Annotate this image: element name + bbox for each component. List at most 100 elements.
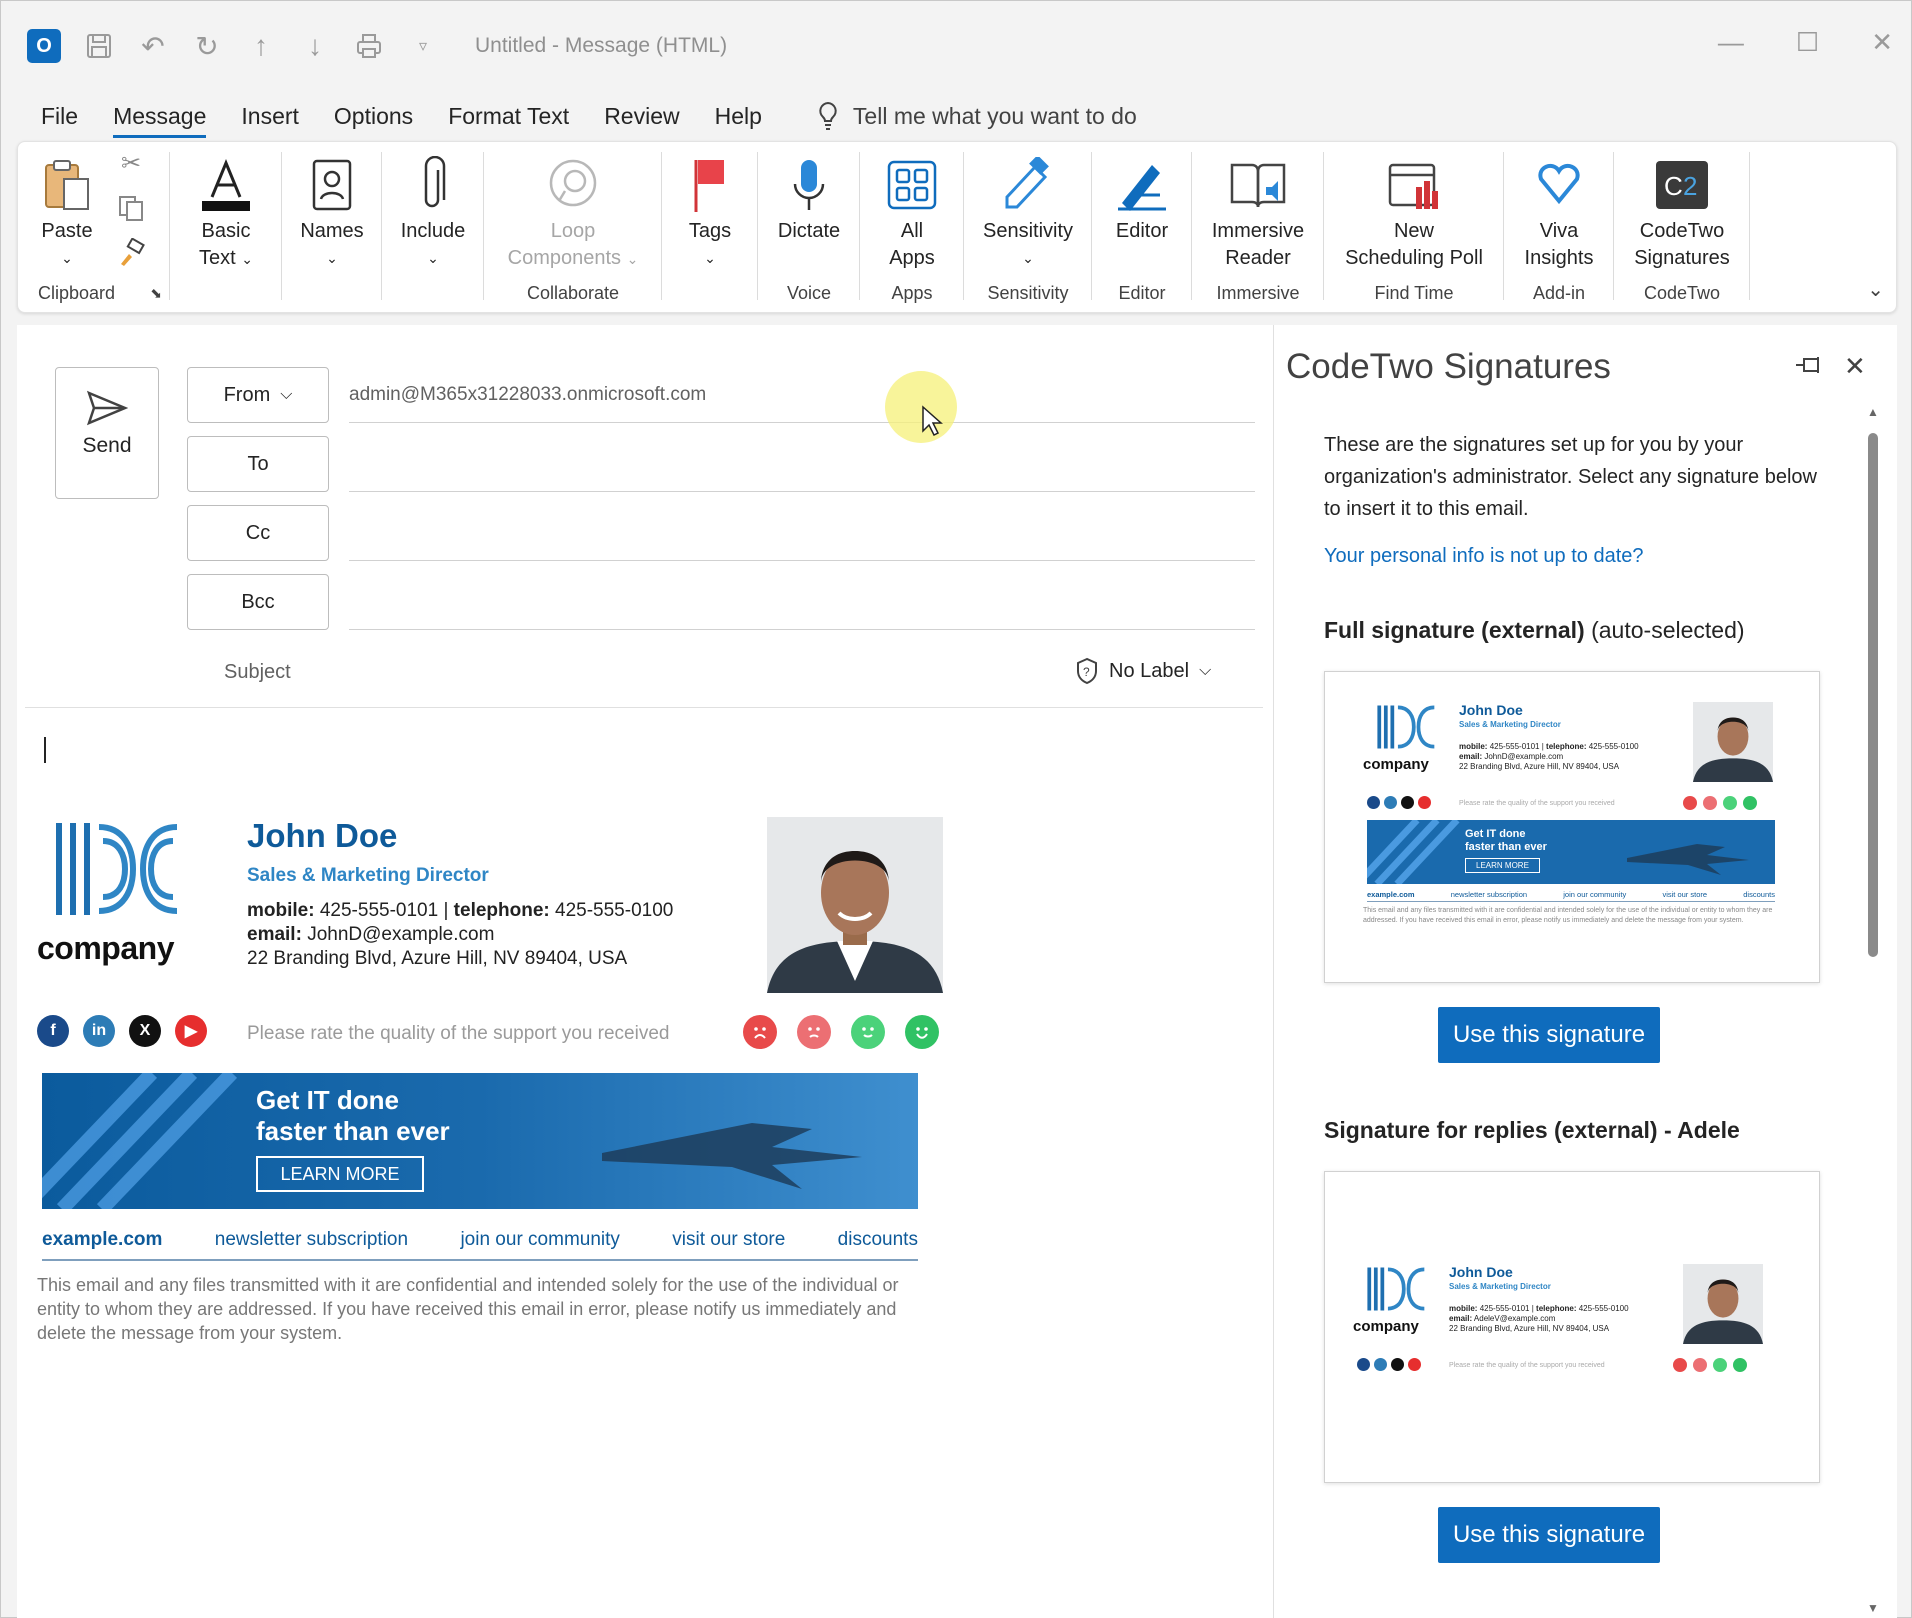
paperclip-icon [390,154,476,216]
immersive-reader-button[interactable]: Immersive Reader [1196,154,1320,272]
tell-me-search[interactable]: Tell me what you want to do [817,101,1137,131]
tags-button[interactable]: Tags ⌄ [670,154,750,272]
undo-icon[interactable]: ↶ [137,30,169,62]
link-community[interactable]: join our community [460,1229,619,1251]
minimize-icon[interactable]: — [1718,27,1744,58]
linkedin-icon[interactable]: in [83,1015,115,1047]
customize-toolbar-icon[interactable]: ▿ [407,30,439,62]
link-newsletter[interactable]: newsletter subscription [215,1229,408,1251]
outlook-window: O ↶ ↻ ↑ ↓ ▿ Untitled - Message (HTML) — … [0,0,1912,1618]
facebook-icon[interactable]: f [37,1015,69,1047]
very-happy-icon[interactable] [905,1015,939,1049]
include-button[interactable]: Include ⌄ [390,154,476,272]
tab-insert[interactable]: Insert [241,103,299,130]
mini-company-logo [1377,705,1435,749]
basic-text-button[interactable]: Basic Text ⌄ [178,154,274,273]
to-field[interactable] [349,436,1255,492]
all-apps-button[interactable]: All Apps [868,154,956,272]
include-label: Include [400,220,466,242]
microphone-icon [764,154,854,216]
happy-icon[interactable] [851,1015,885,1049]
mini-telephone-label: telephone: [1546,742,1587,751]
format-painter-button[interactable] [116,237,146,274]
dialog-launcher-icon[interactable]: ⬊ [150,285,162,302]
signature-contact-info: mobile: 425-555-0101 | telephone: 425-55… [247,899,673,971]
send-button[interactable]: Send [55,367,159,499]
down-arrow-icon[interactable]: ↓ [299,30,331,62]
scroll-up-icon[interactable]: ▲ [1867,405,1879,419]
close-icon[interactable]: ✕ [1871,27,1893,58]
paste-button[interactable]: Paste ⌄ [32,154,102,272]
cut-button[interactable]: ✂ [116,150,146,177]
use-signature-button[interactable]: Use this signature [1438,1507,1660,1563]
scroll-down-icon[interactable]: ▼ [1867,1601,1879,1615]
sensitivity-label-dropdown[interactable]: ? No Label ⌵ [1075,657,1211,685]
maximize-icon[interactable]: ☐ [1796,27,1819,58]
signature-1-heading: Full signature (external) (auto-selected… [1324,617,1745,644]
tab-help[interactable]: Help [715,103,762,130]
tab-review[interactable]: Review [604,103,679,130]
pin-icon[interactable] [1794,355,1824,380]
copy-button[interactable] [116,194,146,230]
cc-button[interactable]: Cc [187,505,329,561]
personal-info-link[interactable]: Your personal info is not up to date? [1324,545,1644,568]
up-arrow-icon[interactable]: ↑ [245,30,277,62]
redo-icon[interactable]: ↻ [191,30,223,62]
print-icon[interactable] [353,30,385,62]
promo-banner[interactable]: Get IT done faster than ever LEARN MORE [42,1073,918,1209]
mini-rating-faces [1673,1358,1747,1372]
tab-message[interactable]: Message [113,103,207,138]
paste-label: Paste [41,220,93,242]
use-signature-button[interactable]: Use this signature [1438,1007,1660,1063]
mini-profile-photo [1693,702,1773,782]
close-pane-icon[interactable]: ✕ [1844,351,1866,382]
viva-insights-button[interactable]: Viva Insights [1510,154,1608,272]
mini-contact-info: mobile: 425-555-0101 | telephone: 425-55… [1449,1304,1629,1334]
learn-more-button[interactable]: LEARN MORE [256,1156,424,1192]
include-group: Include ⌄ [382,150,484,310]
mini-name: John Doe [1459,702,1523,718]
mini-social-icons [1357,1358,1421,1371]
basic-text-label-2: Text [199,247,236,269]
mouse-pointer-icon [921,405,943,442]
signature-title: Sales & Marketing Director [247,865,489,886]
sensitivity-button[interactable]: Sensitivity ⌄ [970,154,1086,272]
scroll-thumb[interactable] [1868,433,1878,957]
cc-label: Cc [245,521,271,544]
cc-field[interactable] [349,505,1255,561]
social-links: f in X ▶ [37,1015,207,1047]
pane-scrollbar[interactable]: ▲ ▼ [1866,405,1880,1615]
tab-format-text[interactable]: Format Text [448,103,569,130]
link-discounts[interactable]: discounts [838,1229,918,1251]
text-cursor [44,737,46,763]
loop-components-button[interactable]: Loop Components ⌄ [492,154,654,273]
new-scheduling-poll-button[interactable]: New Scheduling Poll [1330,154,1498,272]
signature-preview-card[interactable]: company John Doe Sales & Marketing Direc… [1324,1171,1820,1483]
editor-button[interactable]: Editor [1098,154,1186,245]
bcc-field[interactable] [349,574,1255,630]
immersive-label-2: Reader [1225,247,1291,269]
bcc-button[interactable]: Bcc [187,574,329,630]
banner-headline: Get IT done faster than ever [256,1085,450,1147]
tab-options[interactable]: Options [334,103,413,130]
dictate-button[interactable]: Dictate [764,154,854,245]
mini-address: 22 Branding Blvd, Azure Hill, NV 89404, … [1459,762,1620,771]
youtube-icon[interactable]: ▶ [175,1015,207,1047]
ribbon-expand-icon[interactable]: ⌄ [1867,277,1884,302]
unhappy-icon[interactable] [797,1015,831,1049]
signature-preview-card[interactable]: company John Doe Sales & Marketing Direc… [1324,671,1820,983]
signature-1-title: Full signature (external) [1324,617,1585,643]
very-unhappy-icon[interactable] [743,1015,777,1049]
to-button[interactable]: To [187,436,329,492]
voice-group-label: Voice [786,283,832,303]
x-icon[interactable]: X [129,1015,161,1047]
codetwo-signatures-button[interactable]: C2 CodeTwo Signatures [1618,154,1746,272]
link-store[interactable]: visit our store [672,1229,785,1251]
link-website[interactable]: example.com [42,1229,162,1251]
tab-file[interactable]: File [41,103,78,130]
from-button[interactable]: From ⌵ [187,367,329,423]
names-button[interactable]: Names ⌄ [292,154,372,272]
email-label: email: [247,924,302,945]
from-field: admin@M365x31228033.onmicrosoft.com [349,367,1255,423]
save-icon[interactable] [83,30,115,62]
